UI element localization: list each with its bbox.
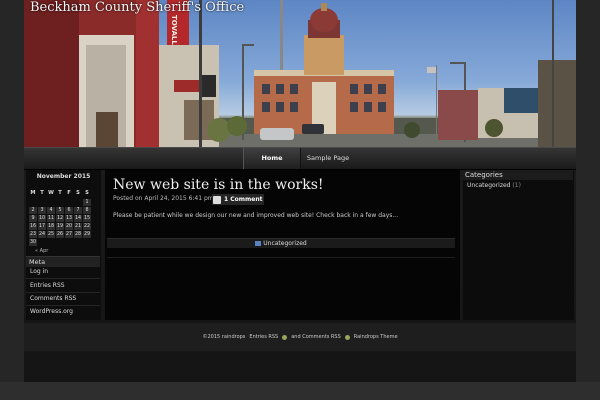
calendar-day: 7 — [74, 207, 82, 214]
category-count: (1) — [512, 182, 521, 189]
calendar-day: 8 — [83, 207, 91, 214]
calendar-day: 21 — [74, 223, 82, 230]
calendar-day: 19 — [56, 223, 64, 230]
calendar-day: 16 — [29, 223, 37, 230]
folder-icon — [255, 241, 262, 246]
calendar-day: 26 — [56, 231, 64, 238]
calendar-day: 9 — [29, 215, 37, 222]
comment-badge[interactable]: 1 Comment — [212, 194, 264, 205]
calendar-day: 15 — [83, 215, 91, 222]
calendar-day: 27 — [65, 231, 73, 238]
calendar-day — [74, 239, 82, 246]
calendar-caption: November 2015 — [36, 173, 91, 180]
site-footer: ©2015 raindrops Entries RSS and Comments… — [24, 323, 576, 351]
header-photo: TOVALL — [24, 0, 576, 147]
calendar-table: M T W T F S S 1 2 3 4 5 6 7 8 9 10 11 12 — [28, 188, 92, 247]
calendar-day: 2 — [29, 207, 37, 214]
calendar-day: 24 — [38, 231, 46, 238]
calendar-day — [47, 199, 55, 206]
weekday-header: W — [48, 190, 54, 196]
meta-link-comments-rss[interactable]: Comments RSS — [30, 295, 76, 302]
calendar-week: 1 — [29, 199, 91, 206]
theater-sign-text: TOVALL — [170, 15, 178, 45]
calendar-week: 23 24 25 26 27 28 29 — [29, 231, 91, 238]
calendar-week: 2 3 4 5 6 7 8 — [29, 207, 91, 214]
calendar-day — [38, 239, 46, 246]
nav-sample-page[interactable]: Sample Page — [299, 148, 357, 169]
weekday-header: S — [85, 190, 89, 196]
rss-icon — [282, 334, 288, 340]
rss-icon — [344, 334, 350, 340]
calendar-day — [29, 199, 37, 206]
meta-divider — [26, 278, 100, 279]
calendar-day — [56, 199, 64, 206]
footer-copyright: ©2015 raindrops — [202, 334, 246, 340]
calendar-day: 20 — [65, 223, 73, 230]
post-category-link[interactable]: Uncategorized — [263, 240, 306, 247]
right-margin-strip — [576, 0, 600, 382]
weekday-header: M — [30, 190, 36, 196]
header-image: TOVALL Beckham County Sheriff's Office — [24, 0, 576, 147]
category-item: Uncategorized (1) — [467, 182, 521, 189]
main-nav: Home Sample Page — [24, 147, 576, 170]
meta-widget-title: Meta — [26, 256, 100, 267]
meta-divider — [26, 292, 100, 293]
calendar-day — [83, 239, 91, 246]
footer-comments-rss[interactable]: and Comments RSS — [291, 334, 341, 340]
weekday-header: F — [67, 190, 71, 196]
calendar-day: 23 — [29, 231, 37, 238]
calendar-day: 10 — [38, 215, 46, 222]
post-title[interactable]: New web site is in the works! — [113, 177, 324, 193]
calendar-day: 25 — [47, 231, 55, 238]
calendar-weekday-row: M T W T F S S — [29, 189, 91, 198]
calendar-day: 17 — [38, 223, 46, 230]
calendar-day — [56, 239, 64, 246]
calendar-day — [74, 199, 82, 206]
calendar-prev-link[interactable]: « Apr — [35, 248, 48, 254]
meta-link-entries-rss[interactable]: Entries RSS — [30, 282, 65, 289]
calendar-day: 30 — [29, 239, 37, 246]
calendar-day: 4 — [47, 207, 55, 214]
calendar-day: 13 — [65, 215, 73, 222]
calendar-day: 29 — [83, 231, 91, 238]
post-footer: Uncategorized — [107, 238, 455, 248]
category-link[interactable]: Uncategorized — [467, 182, 510, 189]
calendar-day: 18 — [47, 223, 55, 230]
bottom-bar — [0, 382, 600, 400]
meta-link-login[interactable]: Log in — [30, 268, 48, 275]
footer-theme-link[interactable]: Raindrops Theme — [354, 334, 398, 340]
calendar-day: 11 — [47, 215, 55, 222]
calendar-day — [65, 239, 73, 246]
calendar-week: 30 — [29, 239, 91, 246]
calendar-day: 3 — [38, 207, 46, 214]
post-meta: Posted on April 24, 2015 6:41 pm — [113, 195, 214, 202]
calendar-day — [47, 239, 55, 246]
weekday-header: T — [58, 190, 62, 196]
calendar-day: 12 — [56, 215, 64, 222]
calendar-day: 5 — [56, 207, 64, 214]
calendar-day: 1 — [83, 199, 91, 206]
calendar-week: 9 10 11 12 13 14 15 — [29, 215, 91, 222]
meta-link-wordpress[interactable]: WordPress.org — [30, 308, 73, 315]
weekday-header: S — [76, 190, 80, 196]
post-excerpt: Please be patient while we design our ne… — [113, 212, 399, 219]
calendar-day — [65, 199, 73, 206]
comment-link[interactable]: 1 Comment — [224, 196, 263, 203]
right-sidebar — [463, 170, 574, 320]
calendar-day: 22 — [83, 223, 91, 230]
nav-home[interactable]: Home — [243, 148, 301, 169]
calendar-day: 28 — [74, 231, 82, 238]
comment-icon — [213, 195, 221, 204]
weekday-header: T — [40, 190, 44, 196]
categories-widget-title: Categories — [463, 170, 573, 180]
calendar-day — [38, 199, 46, 206]
calendar-day: 6 — [65, 207, 73, 214]
calendar-week: 16 17 18 19 20 21 22 — [29, 223, 91, 230]
meta-divider — [26, 305, 100, 306]
post-divider — [107, 257, 455, 258]
left-margin-strip — [0, 0, 24, 382]
calendar-day: 14 — [74, 215, 82, 222]
footer-entries-rss[interactable]: Entries RSS — [249, 334, 278, 340]
site-title[interactable]: Beckham County Sheriff's Office — [30, 0, 244, 15]
